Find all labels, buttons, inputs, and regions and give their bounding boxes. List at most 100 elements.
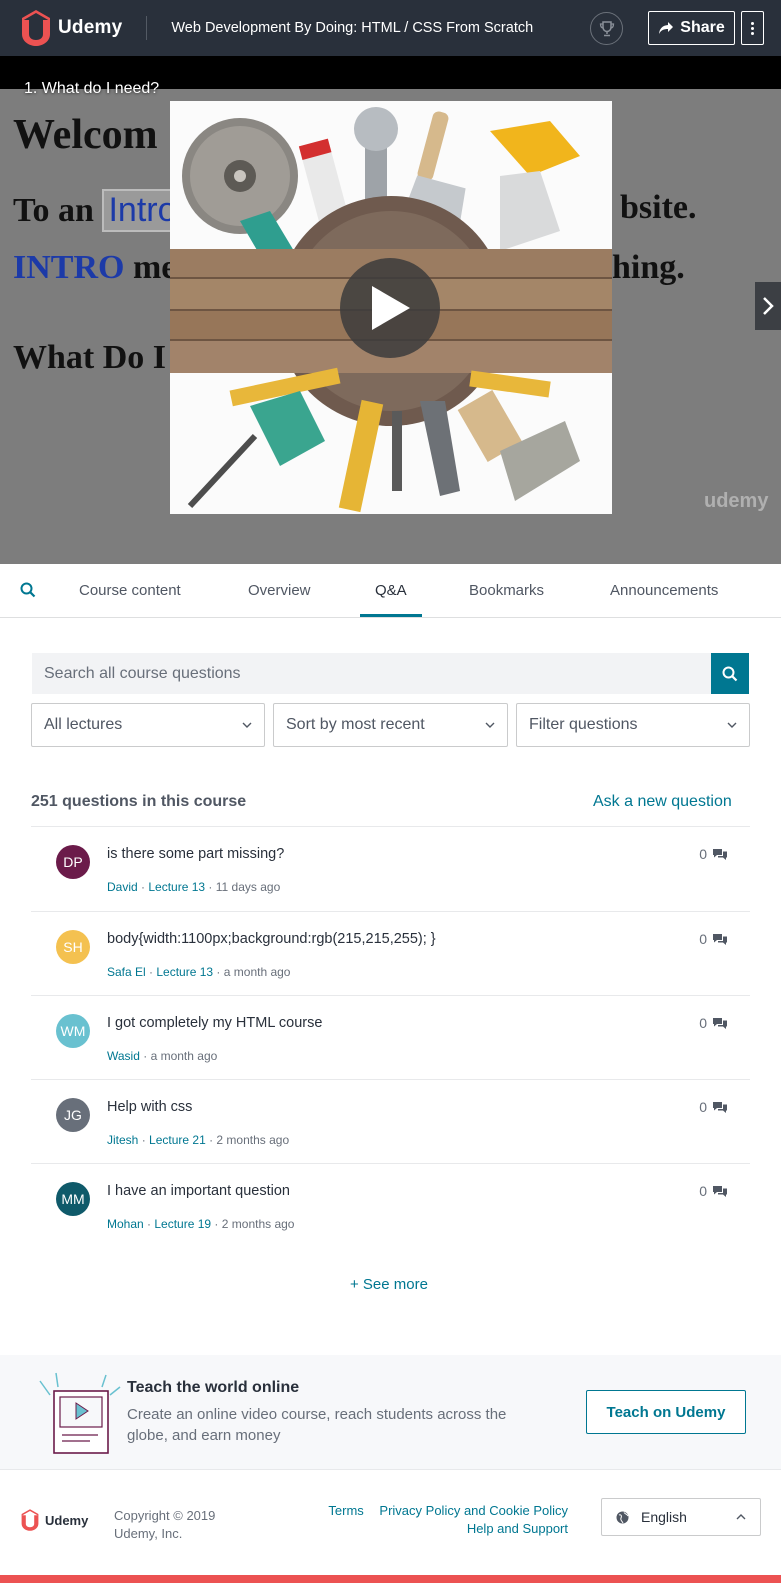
question-row[interactable]: JG Help with css Jitesh · Lecture 21 · 2… (31, 1080, 750, 1164)
comments-icon (713, 1185, 727, 1197)
question-title[interactable]: body{width:1100px;background:rgb(215,215… (107, 931, 436, 947)
see-more-link[interactable]: + See more (350, 1276, 428, 1293)
lecture-filter-select[interactable]: All lectures (31, 703, 265, 747)
udemy-logo[interactable]: Udemy (16, 8, 122, 48)
avatar: DP (56, 845, 90, 879)
question-row[interactable]: SH body{width:1100px;background:rgb(215,… (31, 912, 750, 996)
play-button[interactable] (340, 258, 440, 358)
udemy-watermark: udemy (704, 490, 769, 512)
footer-logo-text: Udemy (45, 1512, 89, 1528)
question-title[interactable]: I got completely my HTML course (107, 1015, 322, 1031)
page-footer: Udemy Copyright © 2019 Udemy, Inc. Terms… (0, 1471, 781, 1571)
question-search-input[interactable]: Search all course questions (32, 653, 711, 694)
question-lecture[interactable]: Lecture 13 (156, 965, 213, 979)
question-row[interactable]: DP is there some part missing? David · L… (31, 827, 750, 911)
comments-icon (713, 1017, 727, 1029)
reply-count-value: 0 (699, 846, 707, 862)
sort-select[interactable]: Sort by most recent (273, 703, 508, 747)
top-header: Udemy Web Development By Doing: HTML / C… (0, 0, 781, 56)
question-row[interactable]: MM I have an important question Mohan · … (31, 1164, 750, 1248)
question-time: 2 months ago (216, 1133, 290, 1147)
question-lecture[interactable]: Lecture 19 (154, 1217, 211, 1231)
slide-line-3-end: hing. (612, 249, 685, 286)
question-time: 11 days ago (215, 880, 281, 894)
copyright-line-1: Copyright © 2019 (114, 1508, 216, 1523)
chevron-right-icon (763, 297, 774, 315)
question-meta: Safa El · Lecture 13 · a month ago (107, 965, 291, 979)
comments-icon (713, 933, 727, 945)
teach-on-udemy-button[interactable]: Teach on Udemy (586, 1390, 746, 1434)
lecture-title: 1. What do I need? (24, 80, 160, 97)
active-tab-indicator (360, 614, 422, 617)
slide-line-3: INTRO me (13, 249, 176, 287)
language-value: English (641, 1509, 687, 1525)
teach-title: Teach the world online (127, 1379, 300, 1396)
slide-line-2-end: bsite. (620, 189, 697, 226)
reply-count: 0 (699, 846, 728, 862)
chevron-down-icon (727, 722, 737, 728)
globe-icon (616, 1511, 629, 1523)
chevron-down-icon (485, 722, 495, 728)
question-filter-select[interactable]: Filter questions (516, 703, 750, 747)
question-author[interactable]: David (107, 880, 138, 894)
avatar: SH (56, 930, 90, 964)
next-lecture-button[interactable] (755, 282, 781, 330)
language-select[interactable]: English (601, 1498, 761, 1536)
ask-question-link[interactable]: Ask a new question (593, 793, 732, 811)
question-row[interactable]: WM I got completely my HTML course Wasid… (31, 996, 750, 1080)
teach-description: Create an online video course, reach stu… (127, 1406, 507, 1444)
logo-text: Udemy (58, 17, 123, 38)
question-meta: David · Lecture 13 · 11 days ago (107, 880, 281, 894)
video-player[interactable]: Welcom To an Intro bsite. INTRO me hing.… (0, 56, 781, 564)
help-link[interactable]: Help and Support (467, 1521, 568, 1536)
share-button[interactable]: Share (648, 11, 735, 45)
avatar: MM (56, 1182, 90, 1216)
slide-line-1: Welcom (13, 112, 158, 158)
slide-line-2-start: To an (13, 192, 94, 229)
footer-links: Terms Privacy Policy and Cookie Policy H… (300, 1502, 568, 1538)
comments-icon (713, 848, 727, 860)
tab-qa[interactable]: Q&A (375, 582, 407, 599)
sort-value: Sort by most recent (286, 716, 425, 733)
question-time: a month ago (150, 1049, 218, 1063)
question-author[interactable]: Wasid (107, 1049, 140, 1063)
reply-count: 0 (699, 1099, 728, 1115)
question-title[interactable]: is there some part missing? (107, 846, 284, 862)
more-options-button[interactable] (741, 11, 764, 45)
play-icon (372, 286, 410, 330)
terms-link[interactable]: Terms (328, 1503, 363, 1518)
question-author[interactable]: Mohan (107, 1217, 144, 1231)
trophy-icon (599, 20, 614, 36)
reply-count: 0 (699, 931, 728, 947)
reply-count-value: 0 (699, 931, 707, 947)
slide-line-4: What Do I (13, 339, 167, 376)
question-author[interactable]: Jitesh (107, 1133, 138, 1147)
reply-count-value: 0 (699, 1183, 707, 1199)
question-title[interactable]: Help with css (107, 1099, 192, 1115)
tab-announcements[interactable]: Announcements (610, 582, 718, 599)
tab-search[interactable] (20, 582, 36, 603)
slide-line-2: To an Intro (13, 189, 183, 232)
chevron-down-icon (242, 722, 252, 728)
question-meta: Mohan · Lecture 19 · 2 months ago (107, 1217, 295, 1231)
privacy-link[interactable]: Privacy Policy and Cookie Policy (379, 1503, 568, 1518)
question-author[interactable]: Safa El (107, 965, 146, 979)
course-title[interactable]: Web Development By Doing: HTML / CSS Fro… (171, 20, 533, 36)
footer-logo[interactable]: Udemy (18, 1508, 88, 1532)
question-lecture[interactable]: Lecture 21 (149, 1133, 206, 1147)
progress-trophy-button[interactable] (590, 12, 623, 45)
slide-line-3-blue: INTRO (13, 249, 125, 286)
teach-illustration-icon (39, 1372, 121, 1454)
tab-overview[interactable]: Overview (248, 582, 311, 599)
course-tabs: Course content Overview Q&A Bookmarks An… (0, 564, 781, 618)
tab-course-content[interactable]: Course content (79, 582, 181, 599)
reply-count: 0 (699, 1183, 728, 1199)
brand-bottom-bar (0, 1575, 781, 1583)
question-count: 251 questions in this course (31, 793, 247, 810)
question-lecture[interactable]: Lecture 13 (148, 880, 205, 894)
question-search-button[interactable] (711, 653, 749, 694)
share-icon (659, 22, 674, 34)
question-title[interactable]: I have an important question (107, 1183, 290, 1199)
question-filter-value: Filter questions (529, 716, 638, 733)
tab-bookmarks[interactable]: Bookmarks (469, 582, 544, 599)
